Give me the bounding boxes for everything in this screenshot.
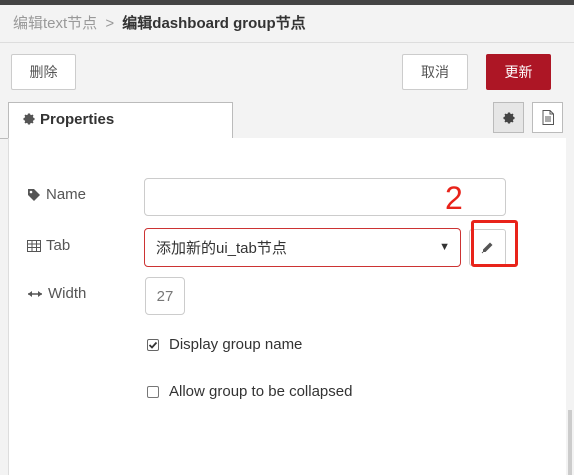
- width-label-text: Width: [48, 285, 87, 302]
- settings-tab-button[interactable]: [493, 102, 524, 133]
- allow-collapse-checkbox[interactable]: [147, 385, 159, 398]
- display-group-name-checkbox[interactable]: [147, 338, 159, 351]
- breadcrumb: 编辑text节点 > 编辑dashboard group节点: [0, 5, 574, 43]
- update-button[interactable]: 更新: [486, 54, 551, 90]
- allow-collapse-label: Allow group to be collapsed: [169, 383, 353, 400]
- table-icon: [27, 239, 41, 252]
- tab-label: Tab: [27, 237, 70, 254]
- cancel-button[interactable]: 取消: [402, 54, 468, 90]
- edit-tab-button[interactable]: [469, 229, 506, 266]
- gear-icon: [502, 111, 515, 124]
- name-label: Name: [27, 186, 86, 203]
- width-size-button[interactable]: 27: [145, 277, 185, 315]
- tab-select[interactable]: 添加新的ui_tab节点 ▼: [144, 228, 461, 267]
- breadcrumb-previous[interactable]: 编辑text节点: [13, 15, 97, 32]
- tab-label-text: Tab: [46, 237, 71, 254]
- gear-icon: [23, 113, 35, 125]
- arrows-h-icon: [28, 290, 42, 297]
- tag-icon: [28, 188, 40, 201]
- display-group-name-row[interactable]: Display group name: [147, 336, 302, 353]
- tab-properties-label: Properties: [40, 111, 115, 128]
- description-tab-button[interactable]: [532, 102, 563, 133]
- pencil-icon: [481, 242, 493, 254]
- display-group-name-label: Display group name: [169, 336, 303, 353]
- breadcrumb-separator: >: [105, 15, 115, 32]
- name-label-text: Name: [46, 186, 87, 203]
- document-icon: [542, 110, 554, 125]
- tab-properties[interactable]: Properties: [8, 102, 233, 139]
- caret-down-icon: ▼: [439, 241, 450, 253]
- tab-select-value: 添加新的ui_tab节点: [156, 240, 287, 257]
- delete-button[interactable]: 删除: [11, 54, 76, 90]
- width-label: Width: [27, 285, 86, 302]
- scrollbar-thumb[interactable]: [568, 410, 572, 475]
- allow-collapse-row[interactable]: Allow group to be collapsed: [147, 383, 352, 400]
- check-icon: [148, 341, 158, 349]
- breadcrumb-current: 编辑dashboard group节点: [122, 15, 306, 32]
- annotation-number: 2: [445, 180, 463, 216]
